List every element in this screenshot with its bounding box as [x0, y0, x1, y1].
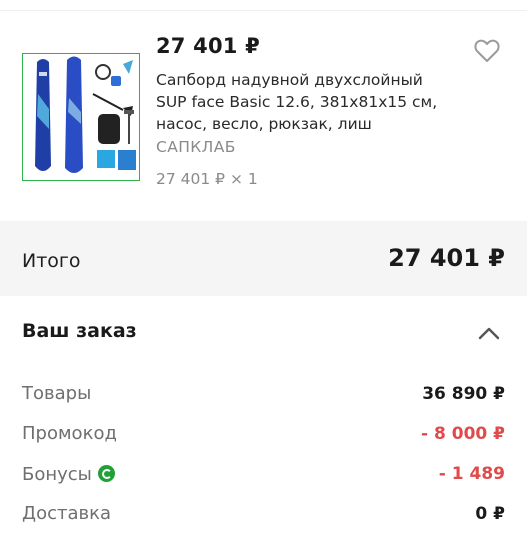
- summary-row-promocode: Промокод - 8 000 ₽: [0, 415, 527, 455]
- summary-value: 0 ₽: [475, 504, 505, 524]
- total-value: 27 401 ₽: [388, 244, 505, 272]
- product-title[interactable]: Сапборд надувной двухслойный SUP face Ba…: [156, 69, 456, 135]
- summary-row-bonuses: Бонусы - 1 489: [0, 455, 527, 495]
- summary-value: - 1 489: [438, 464, 505, 484]
- summary-label: Доставка: [22, 503, 111, 524]
- summary-value: 36 890 ₽: [422, 384, 505, 404]
- sber-bonus-icon: [97, 465, 115, 482]
- summary-row-goods: Товары 36 890 ₽: [0, 375, 527, 415]
- summary-row-delivery: Доставка 0 ₽: [0, 495, 527, 535]
- order-summary-toggle[interactable]: Ваш заказ: [0, 296, 527, 366]
- chevron-up-icon[interactable]: [477, 325, 501, 341]
- summary-value: - 8 000 ₽: [421, 424, 505, 444]
- summary-label: Бонусы: [22, 464, 92, 485]
- heart-outline-icon[interactable]: [473, 38, 501, 64]
- product-price: 27 401 ₽: [156, 34, 260, 58]
- total-label: Итого: [22, 250, 81, 272]
- order-summary-title: Ваш заказ: [22, 320, 137, 342]
- summary-label: Промокод: [22, 423, 117, 444]
- seller-name[interactable]: САПКЛАБ: [156, 138, 236, 156]
- summary-label: Товары: [22, 383, 92, 404]
- price-times-quantity: 27 401 ₽ × 1: [156, 170, 258, 188]
- product-image[interactable]: [22, 53, 140, 181]
- order-total-bar: Итого 27 401 ₽: [0, 221, 527, 296]
- summary-label-wrap: Бонусы: [22, 463, 115, 485]
- cart-item: 27 401 ₽ Сапборд надувной двухслойный SU…: [0, 11, 527, 221]
